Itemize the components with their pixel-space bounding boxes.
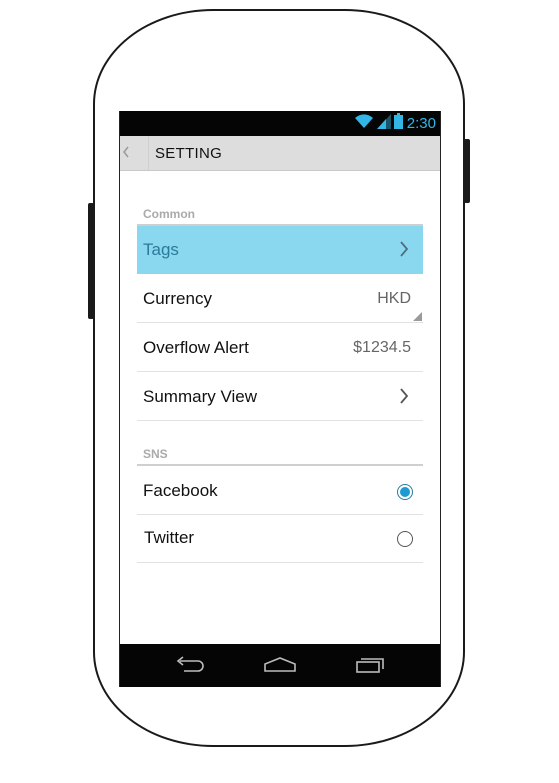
nav-home-icon[interactable] [263, 655, 297, 680]
status-time: 2:30 [406, 115, 436, 132]
screen: 2:30 SETTING Common Tags Currency HKD Ov… [119, 111, 441, 687]
settings-row-tags[interactable]: Tags [137, 226, 423, 274]
navigation-bar [120, 644, 440, 687]
row-label: Twitter [144, 528, 195, 547]
power-button [464, 139, 470, 203]
currency-value: HKD [377, 290, 411, 307]
row-label: Overflow Alert [143, 338, 249, 357]
section-divider [137, 464, 423, 466]
sns-option-facebook[interactable]: Facebook [137, 468, 423, 515]
section-header-sns: SNS [143, 447, 168, 461]
row-label: Currency [143, 289, 212, 308]
volume-button [88, 203, 94, 319]
settings-row-summary-view[interactable]: Summary View [137, 373, 423, 421]
battery-icon [393, 113, 403, 134]
radio-twitter[interactable] [397, 531, 413, 547]
section-header-common: Common [143, 207, 195, 221]
settings-row-currency[interactable]: Currency HKD [137, 275, 423, 323]
wifi-icon [354, 113, 374, 134]
settings-row-overflow-alert[interactable]: Overflow Alert $1234.5 [137, 324, 423, 372]
row-label: Facebook [143, 481, 218, 500]
spinner-indicator-icon [413, 312, 422, 321]
status-bar: 2:30 [120, 111, 440, 136]
nav-recents-icon[interactable] [355, 655, 387, 680]
back-chevron-icon[interactable] [122, 146, 130, 161]
chevron-right-icon [399, 241, 409, 262]
action-bar-divider [148, 136, 149, 170]
sns-option-twitter[interactable]: Twitter [137, 516, 423, 563]
action-bar: SETTING [120, 136, 440, 171]
row-label: Tags [143, 240, 179, 259]
nav-back-icon[interactable] [174, 655, 206, 680]
row-label: Summary View [143, 387, 257, 406]
overflow-alert-value: $1234.5 [353, 339, 411, 356]
chevron-right-icon [399, 388, 409, 409]
page-title: SETTING [155, 145, 223, 162]
signal-icon [376, 113, 391, 134]
radio-facebook[interactable] [397, 484, 413, 500]
